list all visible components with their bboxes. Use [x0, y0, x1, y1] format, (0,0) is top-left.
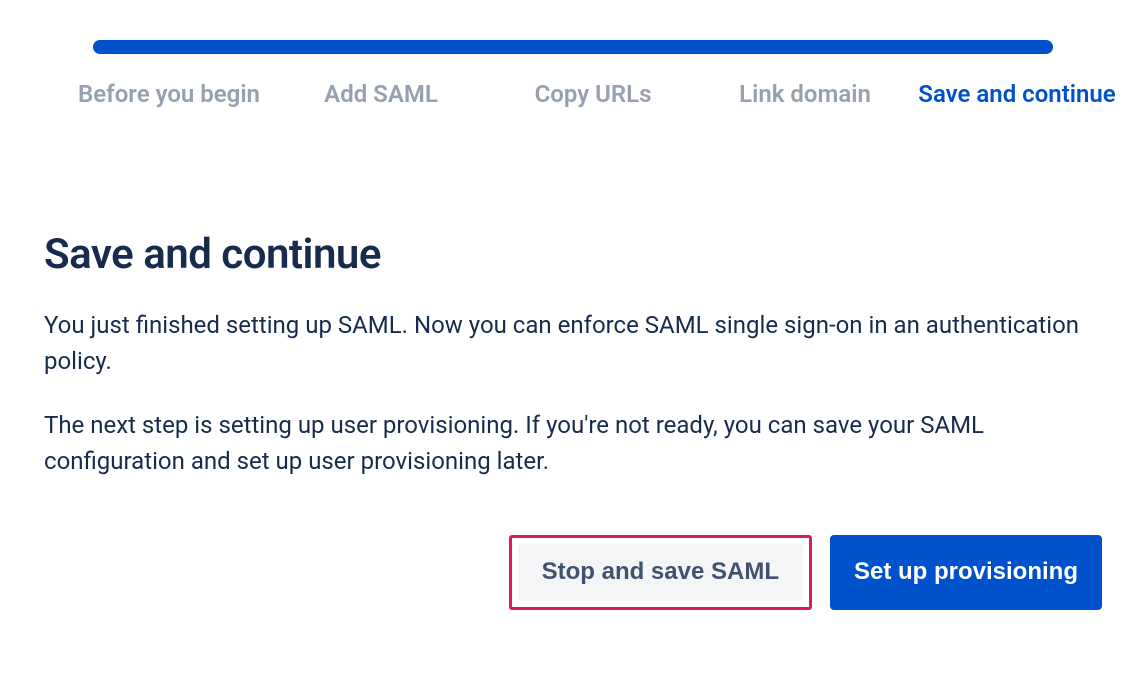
step-save-and-continue: Save and continue — [911, 78, 1123, 110]
page-title: Save and continue — [44, 230, 1102, 279]
step-label: Link domain — [739, 80, 871, 108]
stop-and-save-button[interactable]: Stop and save SAML — [518, 544, 803, 601]
page-content: Save and continue You just finished sett… — [40, 230, 1106, 610]
progress-stepper: Before you begin Add SAML Copy URLs Link… — [63, 40, 1083, 110]
step-add-saml: Add SAML — [275, 78, 487, 110]
step-label: Before you begin — [78, 80, 260, 108]
step-label: Save and continue — [918, 80, 1115, 108]
intro-paragraph-2: The next step is setting up user provisi… — [44, 407, 1102, 479]
step-label: Add SAML — [324, 80, 438, 108]
action-buttons: Stop and save SAML Set up provisioning — [44, 535, 1102, 610]
step-before-you-begin: Before you begin — [63, 78, 275, 110]
stepper-labels: Before you begin Add SAML Copy URLs Link… — [63, 78, 1123, 110]
highlight-annotation: Stop and save SAML — [509, 535, 812, 610]
step-copy-urls: Copy URLs — [487, 78, 699, 110]
intro-paragraph-1: You just finished setting up SAML. Now y… — [44, 307, 1102, 379]
progress-bar-fill — [93, 40, 1053, 54]
step-link-domain: Link domain — [699, 78, 911, 110]
step-label: Copy URLs — [535, 80, 652, 108]
set-up-provisioning-button[interactable]: Set up provisioning — [830, 535, 1102, 610]
